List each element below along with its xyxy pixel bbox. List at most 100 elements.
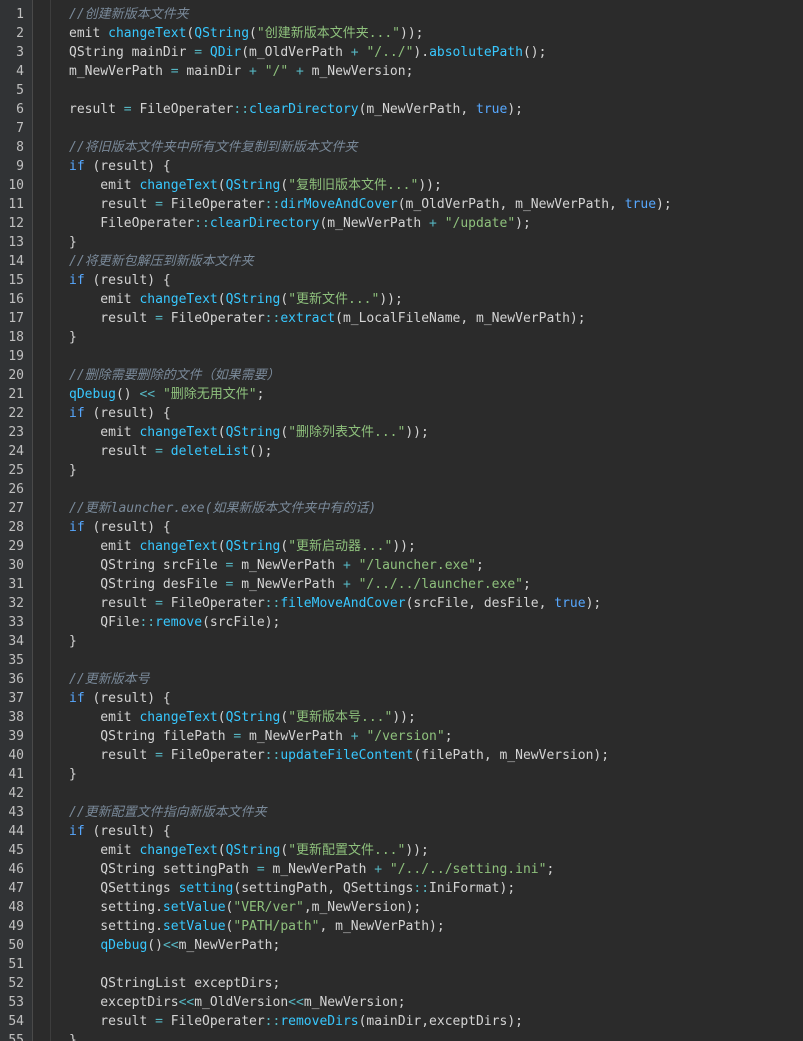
code-line[interactable]: 50 qDebug()<<m_NewVerPath; xyxy=(0,936,803,955)
line-code[interactable]: if (result) { xyxy=(69,822,171,841)
line-code[interactable]: emit changeText(QString("更新版本号...")); xyxy=(69,708,416,727)
line-code[interactable]: setting.setValue("VER/ver",m_NewVersion)… xyxy=(69,898,421,917)
line-code[interactable]: result = deleteList(); xyxy=(69,442,272,461)
code-line[interactable]: 15 if (result) { xyxy=(0,271,803,290)
code-editor[interactable]: 1//创建新版本文件夹 2 emit changeText(QString("创建新… xyxy=(0,0,803,1041)
line-code[interactable]: QFile::remove(srcFile); xyxy=(69,613,280,632)
code-line[interactable]: 24 result = deleteList(); xyxy=(0,442,803,461)
line-code[interactable]: m_NewVerPath = mainDir + "/" + m_NewVers… xyxy=(69,62,413,81)
line-code[interactable]: result = FileOperater::clearDirectory(m_… xyxy=(69,100,523,119)
code-line[interactable]: 25} xyxy=(0,461,803,480)
line-code[interactable]: emit changeText(QString("创建新版本文件夹...")); xyxy=(69,24,424,43)
line-code[interactable]: qDebug()<<m_NewVerPath; xyxy=(69,936,280,955)
code-line[interactable]: 6 result = FileOperater::clearDirectory(m… xyxy=(0,100,803,119)
code-line[interactable]: 1 //创建新版本文件夹 xyxy=(0,5,803,24)
code-line[interactable]: 48 setting.setValue("VER/ver",m_NewVersi… xyxy=(0,898,803,917)
line-code[interactable]: result = FileOperater::removeDirs(mainDi… xyxy=(69,1012,523,1031)
line-code[interactable]: } xyxy=(69,1031,77,1041)
line-code[interactable]: emit changeText(QString("删除列表文件...")); xyxy=(69,423,429,442)
code-line[interactable]: 49 setting.setValue("PATH/path", m_NewVe… xyxy=(0,917,803,936)
code-line[interactable]: 22 if (result) { xyxy=(0,404,803,423)
line-code[interactable]: result = FileOperater::updateFileContent… xyxy=(69,746,609,765)
code-line[interactable]: 8 //将旧版本文件夹中所有文件复制到新版本文件夹 xyxy=(0,138,803,157)
code-line[interactable]: 37 if (result) { xyxy=(0,689,803,708)
code-line[interactable]: 3 QString mainDir = QDir(m_OldVerPath + "… xyxy=(0,43,803,62)
code-line[interactable]: 7 xyxy=(0,119,803,138)
line-code[interactable]: QString desFile = m_NewVerPath + "/../..… xyxy=(69,575,531,594)
code-line[interactable]: 38 emit changeText(QString("更新版本号...")); xyxy=(0,708,803,727)
code-line[interactable]: 13} xyxy=(0,233,803,252)
line-code[interactable]: QString settingPath = m_NewVerPath + "/.… xyxy=(69,860,554,879)
code-line[interactable]: 16 emit changeText(QString("更新文件...")); xyxy=(0,290,803,309)
code-line[interactable]: 27 //更新launcher.exe(如果新版本文件夹中有的话) xyxy=(0,499,803,518)
line-code[interactable]: } xyxy=(69,328,77,347)
line-code[interactable]: emit changeText(QString("更新文件...")); xyxy=(69,290,403,309)
code-line[interactable]: 19 xyxy=(0,347,803,366)
code-line[interactable]: 2 emit changeText(QString("创建新版本文件夹..."))… xyxy=(0,24,803,43)
code-line[interactable]: 43 //更新配置文件指向新版本文件夹 xyxy=(0,803,803,822)
code-line[interactable]: 39 QString filePath = m_NewVerPath + "/v… xyxy=(0,727,803,746)
code-line[interactable]: 23 emit changeText(QString("删除列表文件..."))… xyxy=(0,423,803,442)
code-line[interactable]: 55} xyxy=(0,1031,803,1041)
code-line[interactable]: 47 QSettings setting(settingPath, QSetti… xyxy=(0,879,803,898)
line-code[interactable]: QString srcFile = m_NewVerPath + "/launc… xyxy=(69,556,484,575)
line-code[interactable]: if (result) { xyxy=(69,518,171,537)
line-code[interactable]: //删除需要删除的文件（如果需要） xyxy=(69,366,280,385)
line-code[interactable]: qDebug() << "删除无用文件"; xyxy=(69,385,264,404)
code-line[interactable]: 54 result = FileOperater::removeDirs(mai… xyxy=(0,1012,803,1031)
code-line[interactable]: 44 if (result) { xyxy=(0,822,803,841)
code-line[interactable]: 41} xyxy=(0,765,803,784)
code-line[interactable]: 4 m_NewVerPath = mainDir + "/" + m_NewVer… xyxy=(0,62,803,81)
code-line[interactable]: 10 emit changeText(QString("复制旧版本文件...")… xyxy=(0,176,803,195)
line-code[interactable]: QString filePath = m_NewVerPath + "/vers… xyxy=(69,727,452,746)
line-code[interactable]: //更新配置文件指向新版本文件夹 xyxy=(69,803,267,822)
code-line[interactable]: 51 xyxy=(0,955,803,974)
line-code[interactable]: setting.setValue("PATH/path", m_NewVerPa… xyxy=(69,917,444,936)
line-code[interactable]: QStringList exceptDirs; xyxy=(69,974,280,993)
code-line[interactable]: 9 if (result) { xyxy=(0,157,803,176)
code-line[interactable]: 28 if (result) { xyxy=(0,518,803,537)
code-line[interactable]: 32 result = FileOperater::fileMoveAndCov… xyxy=(0,594,803,613)
line-code[interactable]: //将更新包解压到新版本文件夹 xyxy=(69,252,254,271)
line-code[interactable]: if (result) { xyxy=(69,689,171,708)
line-code[interactable]: QSettings setting(settingPath, QSettings… xyxy=(69,879,515,898)
code-line[interactable]: 40 result = FileOperater::updateFileCont… xyxy=(0,746,803,765)
code-line[interactable]: 11 result = FileOperater::dirMoveAndCove… xyxy=(0,195,803,214)
code-line[interactable]: 29 emit changeText(QString("更新启动器...")); xyxy=(0,537,803,556)
line-code[interactable]: emit changeText(QString("更新配置文件...")); xyxy=(69,841,429,860)
line-code[interactable]: emit changeText(QString("更新启动器...")); xyxy=(69,537,416,556)
line-code[interactable]: //更新版本号 xyxy=(69,670,150,689)
line-code[interactable]: if (result) { xyxy=(69,404,171,423)
line-code[interactable]: //更新launcher.exe(如果新版本文件夹中有的话) xyxy=(69,499,376,518)
code-line[interactable]: 21 qDebug() << "删除无用文件"; xyxy=(0,385,803,404)
code-line[interactable]: 45 emit changeText(QString("更新配置文件..."))… xyxy=(0,841,803,860)
code-line[interactable]: 31 QString desFile = m_NewVerPath + "/..… xyxy=(0,575,803,594)
code-line[interactable]: 5 xyxy=(0,81,803,100)
code-line[interactable]: 26 xyxy=(0,480,803,499)
line-code[interactable]: if (result) { xyxy=(69,157,171,176)
code-line[interactable]: 52 QStringList exceptDirs; xyxy=(0,974,803,993)
line-code[interactable]: } xyxy=(69,233,77,252)
code-line[interactable]: 33 QFile::remove(srcFile); xyxy=(0,613,803,632)
code-line[interactable]: 53 exceptDirs<<m_OldVersion<<m_NewVersio… xyxy=(0,993,803,1012)
line-code[interactable]: } xyxy=(69,461,77,480)
line-code[interactable]: exceptDirs<<m_OldVersion<<m_NewVersion; xyxy=(69,993,405,1012)
code-line[interactable]: 20 //删除需要删除的文件（如果需要） xyxy=(0,366,803,385)
code-line[interactable]: 18} xyxy=(0,328,803,347)
line-code[interactable]: result = FileOperater::extract(m_LocalFi… xyxy=(69,309,585,328)
line-code[interactable]: FileOperater::clearDirectory(m_NewVerPat… xyxy=(69,214,531,233)
code-line[interactable]: 12 FileOperater::clearDirectory(m_NewVer… xyxy=(0,214,803,233)
line-code[interactable]: //创建新版本文件夹 xyxy=(69,5,189,24)
code-line[interactable]: 36 //更新版本号 xyxy=(0,670,803,689)
code-lines[interactable]: 1//创建新版本文件夹 2 emit changeText(QString("创建新… xyxy=(0,5,803,1041)
line-code[interactable]: } xyxy=(69,632,77,651)
code-line[interactable]: 14 //将更新包解压到新版本文件夹 xyxy=(0,252,803,271)
code-line[interactable]: 46 QString settingPath = m_NewVerPath + … xyxy=(0,860,803,879)
line-code[interactable]: emit changeText(QString("复制旧版本文件...")); xyxy=(69,176,442,195)
line-code[interactable]: } xyxy=(69,765,77,784)
line-code[interactable]: QString mainDir = QDir(m_OldVerPath + "/… xyxy=(69,43,546,62)
line-code[interactable]: if (result) { xyxy=(69,271,171,290)
code-line[interactable]: 35 xyxy=(0,651,803,670)
line-code[interactable]: result = FileOperater::dirMoveAndCover(m… xyxy=(69,195,671,214)
code-line[interactable]: 30 QString srcFile = m_NewVerPath + "/la… xyxy=(0,556,803,575)
